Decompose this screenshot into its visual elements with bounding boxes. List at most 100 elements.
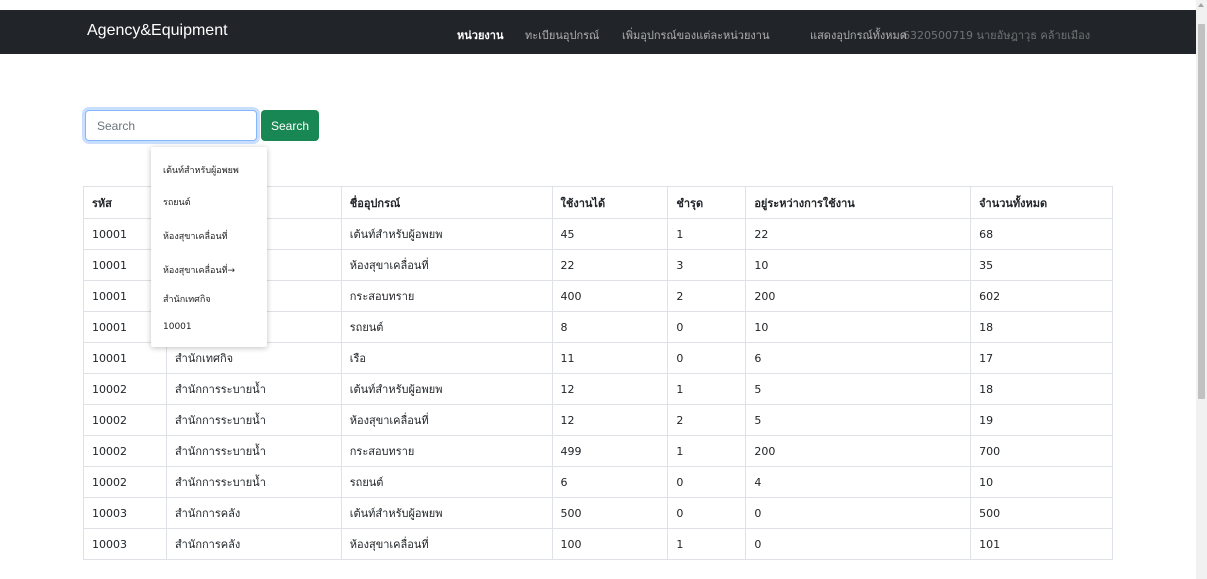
cell-usable: 22 [551,249,669,281]
table-row: 10003 สำนักการคลัง ห้องสุขาเคลื่อนที่ 10… [83,528,1113,560]
cell-total: 500 [970,497,1113,529]
cell-damaged: 0 [667,466,747,498]
cell-usable: 12 [551,373,669,405]
cell-usable: 11 [551,342,669,374]
cell-total: 17 [970,342,1113,374]
cell-in-use: 22 [745,218,972,250]
nav-link-add-agency-equipment[interactable]: เพิ่มอุปกรณ์ของแต่ละหน่วยงาน [622,26,769,44]
search-input[interactable] [85,110,257,141]
cell-in-use: 200 [745,435,972,467]
cell-in-use: 10 [745,311,972,343]
cell-code: 10003 [83,528,167,560]
cell-in-use: 200 [745,280,972,312]
table-row: 10002 สำนักการระบายน้ำ กระสอบทราย 499 1 … [83,435,1113,467]
cell-code: 10002 [83,373,167,405]
cell-agency: สำนักเทศกิจ [165,342,342,374]
autocomplete-option[interactable]: 10001 [163,322,192,332]
cell-usable: 8 [551,311,669,343]
cell-code: 10002 [83,404,167,436]
table-row: 10001 สำนักเทศกิจ เรือ 11 0 6 17 [83,342,1113,374]
cell-usable: 500 [551,497,669,529]
brand-logo-text[interactable]: Agency&Equipment [87,22,228,40]
nav-link-agency[interactable]: หน่วยงาน [457,26,503,44]
autocomplete-option[interactable]: ห้องสุขาเคลื่อนที่→ [163,263,235,277]
cell-agency: สำนักการคลัง [165,528,342,560]
cell-in-use: 0 [745,497,972,529]
cell-usable: 6 [551,466,669,498]
scroll-up-arrow-icon[interactable] [1198,3,1204,7]
scroll-thumb[interactable] [1198,24,1205,399]
cell-in-use: 5 [745,404,972,436]
cell-total: 18 [970,311,1113,343]
cell-damaged: 1 [667,435,747,467]
cell-damaged: 1 [667,528,747,560]
cell-total: 35 [970,249,1113,281]
cell-equipment: ห้องสุขาเคลื่อนที่ [340,528,553,560]
table-row: 10002 สำนักการระบายน้ำ รถยนต์ 6 0 4 10 [83,466,1113,498]
nav-link-equipment-registry[interactable]: ทะเบียนอุปกรณ์ [525,26,599,44]
autocomplete-option[interactable]: ห้องสุขาเคลื่อนที่ [163,229,228,243]
cell-total: 101 [970,528,1113,560]
cell-usable: 100 [551,528,669,560]
table-row: 10003 สำนักการคลัง เต้นท์สำหรับผู้อพยพ 5… [83,497,1113,529]
cell-total: 10 [970,466,1113,498]
cell-in-use: 0 [745,528,972,560]
autocomplete-option[interactable]: สำนักเทศกิจ [163,292,211,306]
cell-equipment: เต้นท์สำหรับผู้อพยพ [340,373,553,405]
cell-equipment: ห้องสุขาเคลื่อนที่ [340,249,553,281]
search-autocomplete-dropdown: เต้นท์สำหรับผู้อพยพ รถยนต์ ห้องสุขาเคลื่… [151,147,267,347]
cell-damaged: 0 [667,497,747,529]
cell-code: 10001 [83,342,167,374]
cell-total: 68 [970,218,1113,250]
cell-total: 602 [970,280,1113,312]
cell-equipment: กระสอบทราย [340,435,553,467]
cell-usable: 400 [551,280,669,312]
cell-equipment: เต้นท์สำหรับผู้อพยพ [340,218,553,250]
cell-agency: สำนักการระบายน้ำ [165,435,342,467]
cell-usable: 12 [551,404,669,436]
top-navbar: Agency&Equipment หน่วยงาน ทะเบียนอุปกรณ์… [0,10,1196,54]
header-usable: ใช้งานได้ [551,186,669,219]
cell-equipment: เรือ [340,342,553,374]
cell-damaged: 1 [667,218,747,250]
header-total: จำนวนทั้งหมด [970,186,1113,219]
cell-agency: สำนักการระบายน้ำ [165,373,342,405]
cell-damaged: 1 [667,373,747,405]
nav-user-info: 6320500719 นายอัษฎาวุธ คล้ายเมือง [903,29,1091,42]
header-in-use: อยู่ระหว่างการใช้งาน [745,186,972,219]
cell-equipment: รถยนต์ [340,311,553,343]
header-equipment-name: ชื่ออุปกรณ์ [340,186,553,219]
cell-total: 19 [970,404,1113,436]
cell-equipment: กระสอบทราย [340,280,553,312]
cell-code: 10002 [83,466,167,498]
nav-link-show-all-equipment[interactable]: แสดงอุปกรณ์ทั้งหมด [810,26,907,44]
cell-agency: สำนักการระบายน้ำ [165,466,342,498]
cell-agency: สำนักการระบายน้ำ [165,404,342,436]
cell-in-use: 5 [745,373,972,405]
cell-usable: 499 [551,435,669,467]
cell-in-use: 4 [745,466,972,498]
cell-damaged: 0 [667,342,747,374]
cell-in-use: 6 [745,342,972,374]
cell-damaged: 0 [667,311,747,343]
autocomplete-option[interactable]: เต้นท์สำหรับผู้อพยพ [163,163,239,177]
header-damaged: ชำรุด [667,186,747,219]
page-scrollbar[interactable] [1196,0,1207,579]
cell-total: 700 [970,435,1113,467]
cell-usable: 45 [551,218,669,250]
cell-damaged: 2 [667,280,747,312]
table-row: 10002 สำนักการระบายน้ำ เต้นท์สำหรับผู้อพ… [83,373,1113,405]
cell-equipment: รถยนต์ [340,466,553,498]
search-button[interactable]: Search [261,110,319,141]
cell-total: 18 [970,373,1113,405]
cell-agency: สำนักการคลัง [165,497,342,529]
cell-equipment: เต้นท์สำหรับผู้อพยพ [340,497,553,529]
table-row: 10002 สำนักการระบายน้ำ ห้องสุขาเคลื่อนที… [83,404,1113,436]
autocomplete-option[interactable]: รถยนต์ [163,195,191,209]
cell-damaged: 2 [667,404,747,436]
cell-in-use: 10 [745,249,972,281]
cell-damaged: 3 [667,249,747,281]
cell-code: 10003 [83,497,167,529]
cell-equipment: ห้องสุขาเคลื่อนที่ [340,404,553,436]
cell-code: 10002 [83,435,167,467]
